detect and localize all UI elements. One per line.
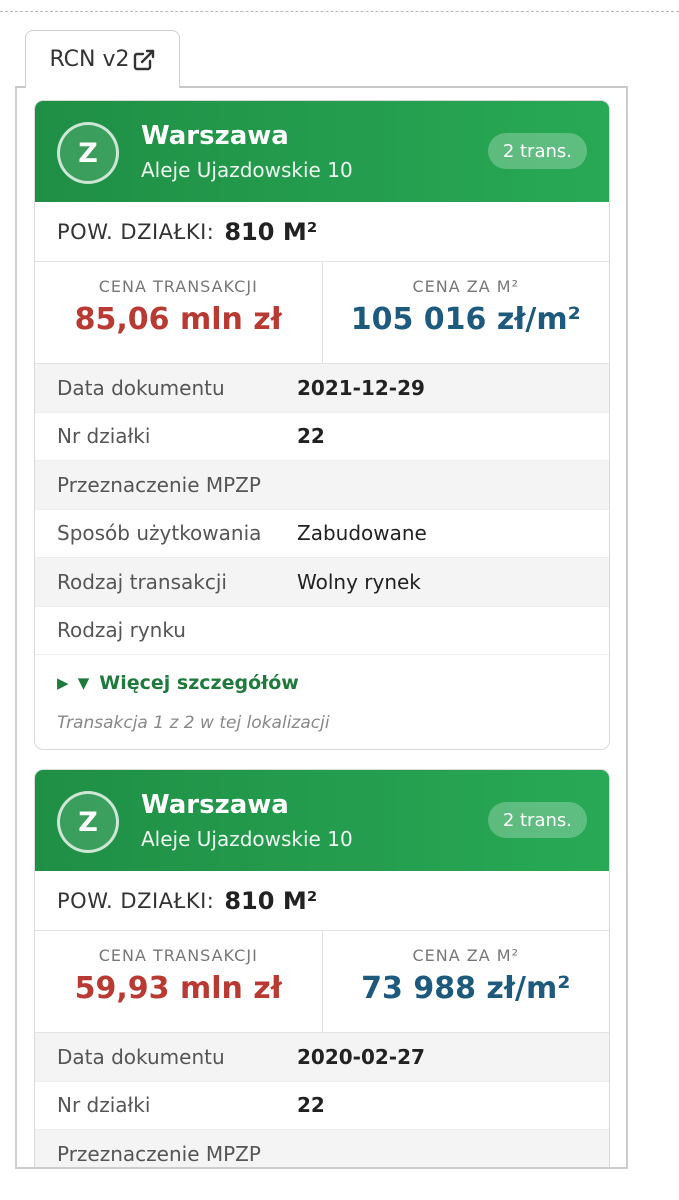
detail-row: Nr działki 22 [35, 1082, 609, 1130]
external-link-icon[interactable] [132, 48, 156, 72]
transaction-card: Z Warszawa Aleje Ujazdowskie 10 2 trans.… [34, 100, 610, 750]
city-name: Warszawa [141, 790, 289, 820]
transaction-price-label: CENA TRANSAKCJI [98, 277, 258, 296]
details-table: Data dokumentu 2021-12-29 Nr działki 22 … [35, 364, 609, 655]
address: Aleje Ujazdowskie 10 [141, 158, 353, 182]
detail-row: Rodzaj rynku [35, 607, 609, 655]
transaction-index-note: Transakcja 1 z 2 w tej lokalizacji [57, 713, 330, 733]
tab-label: RCN v2 [49, 47, 130, 72]
detail-label: Rodzaj transakcji [57, 569, 227, 594]
price-per-m2-value: 105 016 zł/m² [350, 302, 581, 337]
price-section: CENA TRANSAKCJI 59,93 mln zł CENA ZA M² … [35, 931, 609, 1033]
detail-label: Sposób użytkowania [57, 521, 262, 546]
price-per-m2-cell: CENA ZA M² 73 988 zł/m² [321, 931, 610, 1032]
price-per-m2-label: CENA ZA M² [412, 277, 519, 296]
detail-value: Wolny rynek [297, 569, 421, 594]
detail-row: Nr działki 22 [35, 413, 609, 461]
detail-label: Nr działki [57, 424, 151, 449]
detail-label: Data dokumentu [57, 1044, 225, 1069]
avatar: Z [57, 791, 119, 853]
detail-label: Przeznaczenie MPZP [57, 472, 261, 497]
detail-label: Rodzaj rynku [57, 618, 186, 643]
transaction-price-cell: CENA TRANSAKCJI 85,06 mln zł [35, 262, 322, 363]
tab-rcn-v2[interactable]: RCN v2 [25, 30, 180, 88]
top-divider [0, 11, 679, 12]
details-table: Data dokumentu 2020-02-27 Nr działki 22 … [35, 1033, 609, 1167]
detail-value: 2021-12-29 [297, 375, 425, 400]
detail-value: Zabudowane [297, 521, 427, 546]
transaction-price-label: CENA TRANSAKCJI [98, 946, 258, 965]
results-panel[interactable]: Z Warszawa Aleje Ujazdowskie 10 2 trans.… [15, 86, 628, 1169]
address: Aleje Ujazdowskie 10 [141, 827, 353, 851]
detail-row: Data dokumentu 2020-02-27 [35, 1033, 609, 1082]
detail-label: Nr działki [57, 1093, 151, 1118]
detail-row: Data dokumentu 2021-12-29 [35, 364, 609, 413]
detail-row: Przeznaczenie MPZP [35, 1130, 609, 1167]
transaction-price-cell: CENA TRANSAKCJI 59,93 mln zł [35, 931, 322, 1032]
more-details-label: Więcej szczegółów [99, 672, 299, 694]
expand-triangle-icon: ▶ ▼ [57, 674, 92, 692]
detail-row: Rodzaj transakcji Wolny rynek [35, 558, 609, 607]
card-header: Z Warszawa Aleje Ujazdowskie 10 2 trans. [35, 770, 609, 871]
transaction-count-badge: 2 trans. [487, 133, 587, 169]
plot-area-value: 810 M² [224, 886, 318, 915]
plot-area-label: POW. DZIAŁKI: [57, 888, 215, 913]
detail-row: Przeznaczenie MPZP [35, 461, 609, 510]
detail-value: 22 [297, 1093, 325, 1118]
plot-area-row: POW. DZIAŁKI: 810 M² [35, 202, 609, 262]
plot-area-row: POW. DZIAŁKI: 810 M² [35, 871, 609, 931]
transaction-count-badge: 2 trans. [487, 802, 587, 838]
price-per-m2-value: 73 988 zł/m² [361, 971, 571, 1006]
transaction-price-value: 85,06 mln zł [74, 302, 282, 337]
detail-value: 2020-02-27 [297, 1044, 425, 1069]
detail-row: Sposób użytkowania Zabudowane [35, 510, 609, 558]
avatar: Z [57, 122, 119, 184]
transaction-price-value: 59,93 mln zł [74, 971, 282, 1006]
detail-label: Przeznaczenie MPZP [57, 1141, 261, 1166]
plot-area-value: 810 M² [224, 217, 318, 246]
detail-value: 22 [297, 424, 325, 449]
detail-label: Data dokumentu [57, 375, 225, 400]
price-per-m2-label: CENA ZA M² [412, 946, 519, 965]
price-section: CENA TRANSAKCJI 85,06 mln zł CENA ZA M² … [35, 262, 609, 364]
card-header: Z Warszawa Aleje Ujazdowskie 10 2 trans. [35, 101, 609, 202]
transaction-card: Z Warszawa Aleje Ujazdowskie 10 2 trans.… [34, 769, 610, 1167]
transaction-list: Z Warszawa Aleje Ujazdowskie 10 2 trans.… [34, 100, 610, 1167]
price-per-m2-cell: CENA ZA M² 105 016 zł/m² [321, 262, 610, 363]
city-name: Warszawa [141, 121, 289, 151]
plot-area-label: POW. DZIAŁKI: [57, 219, 215, 244]
more-details-toggle[interactable]: ▶ ▼ Więcej szczegółów [35, 655, 609, 711]
